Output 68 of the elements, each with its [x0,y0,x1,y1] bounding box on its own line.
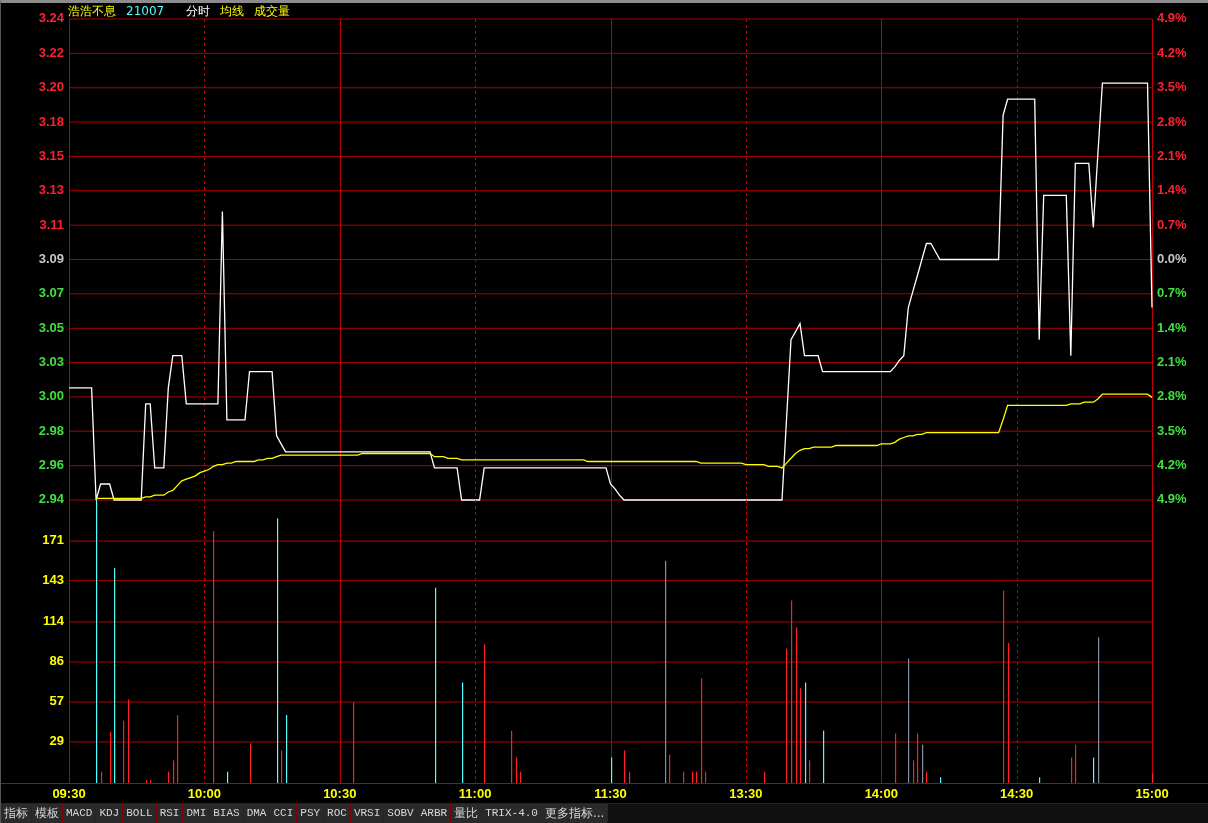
indicator-tab[interactable]: 模板 [32,804,63,823]
price-axis-label: 3.24 [38,10,64,26]
indicator-tab[interactable]: VRSI [350,804,385,823]
price-axis-label: 3.00 [38,388,64,404]
price-axis-label: 3.22 [38,44,64,60]
price-axis-label: 3.13 [38,182,64,198]
percent-axis-label: 3.5% [1157,422,1187,438]
price-axis-label: 3.09 [38,250,64,266]
price-axis-label: 2.98 [38,422,64,438]
indicator-tab[interactable]: ROC [324,804,351,823]
percent-axis-label: 0.7% [1157,285,1187,301]
time-axis-label: 10:30 [323,786,357,802]
percent-axis-label: 1.4% [1157,182,1187,198]
time-axis-label: 15:00 [1135,786,1169,802]
indicator-label: 成交量 [254,3,291,19]
indicator-tab[interactable]: CCI [270,804,298,823]
price-axis-label: 2.94 [38,491,64,507]
price-axis-label: 3.18 [38,113,64,129]
time-axis-label: 11:00 [458,786,492,802]
volume-axis-label: 57 [49,693,64,709]
indicator-tab[interactable]: RSI [156,804,184,823]
price-axis-label: 3.11 [39,216,64,232]
indicator-tab[interactable]: KDJ [96,804,124,823]
time-axis-label: 09:30 [52,786,86,802]
percent-axis-label: 3.5% [1157,79,1187,95]
price-axis-label: 2.96 [38,457,64,473]
price-axis-label: 3.03 [38,354,64,370]
indicator-tab[interactable]: PSY [297,804,325,823]
percent-axis-label: 2.8% [1157,388,1187,404]
percent-axis-label: 1.4% [1157,319,1187,335]
indicator-tab[interactable]: MACD [63,804,97,823]
price-axis-label: 3.15 [38,147,64,163]
volume-axis-label: 114 [43,613,64,629]
percent-axis-label: 4.2% [1157,44,1187,60]
time-axis-label: 14:00 [864,786,898,802]
stock-name: 浩浩不息 [68,3,116,19]
percent-axis-label: 4.9% [1157,491,1187,507]
time-axis-label: 13:30 [729,786,763,802]
percent-axis-label: 2.8% [1157,113,1187,129]
time-axis-label: 11:30 [594,786,627,802]
percent-axis-label: 2.1% [1157,354,1187,369]
indicator-tab[interactable]: TRIX-4.0 [482,804,542,823]
volume-axis-label: 143 [42,572,64,588]
indicator-tab[interactable]: ARBR [417,804,452,823]
time-axis-label: 10:00 [187,786,221,802]
indicator-tab[interactable]: DMA [243,804,271,823]
indicator-tab[interactable]: BOLL [123,804,157,823]
percent-axis-label: 0.7% [1157,216,1187,232]
stock-code: 21007 [126,3,165,19]
volume-axis-label: 86 [49,653,64,669]
chart-mode-label: 分时 [186,3,211,19]
time-axis-label: 14:30 [1000,786,1034,802]
indicator-tab[interactable]: 更多指标... [541,804,609,823]
price-axis-label: 3.05 [38,319,64,335]
percent-axis-label: 0.0% [1157,250,1187,266]
indicator-tab[interactable]: DMI [183,804,211,823]
volume-axis-label: 171 [42,532,64,548]
percent-axis-label: 4.2% [1157,457,1187,473]
indicator-tab[interactable]: 指标 [1,804,32,823]
indicator-tab[interactable]: 量比 [451,804,483,823]
indicator-tab[interactable]: SOBV [384,804,418,823]
volume-axis-label: 29 [49,733,64,749]
percent-axis-label: 2.1% [1157,147,1187,163]
percent-axis-label: 4.9% [1157,10,1187,26]
indicator-tab[interactable]: BIAS [210,804,244,823]
price-axis-label: 3.07 [38,285,64,301]
indicator-label: 均线 [220,3,245,19]
price-axis-label: 3.20 [38,79,64,95]
